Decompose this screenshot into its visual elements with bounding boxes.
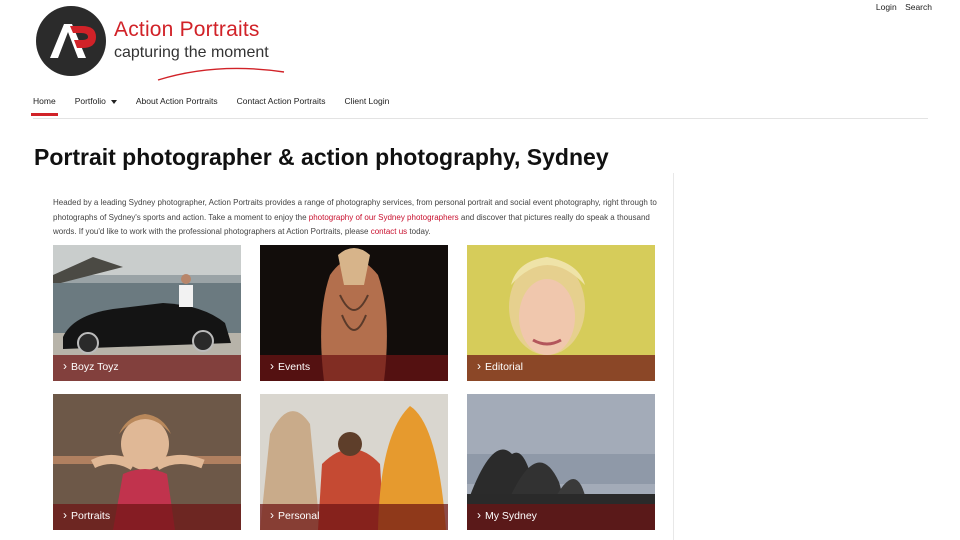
page-title: Portrait photographer & action photograp… [34, 144, 609, 170]
tile-events[interactable]: Events [260, 245, 448, 381]
nav-client-login-label: Client Login [344, 96, 390, 106]
portfolio-link[interactable]: photography of our Sydney photographers [309, 213, 459, 222]
nav-about-label: About Action Portraits [135, 96, 218, 106]
chevron-down-icon [110, 99, 117, 104]
tile-label: Editorial [477, 359, 523, 373]
nav-about[interactable]: About Action Portraits [136, 96, 218, 106]
intro-part-3: today. [407, 227, 431, 237]
logo-title: Action Portraits [114, 18, 260, 41]
contact-us-link[interactable]: contact us [371, 227, 407, 236]
search-link[interactable]: Search [905, 2, 932, 12]
main-nav: Home Portfolio About Action Portraits Co… [31, 96, 408, 116]
tile-label: Portraits [63, 508, 110, 522]
login-link[interactable]: Login [876, 2, 897, 12]
tile-label: My Sydney [477, 508, 537, 522]
tile-my-sydney[interactable]: My Sydney [467, 394, 655, 530]
site-logo[interactable]: Action Portraits capturing the moment [36, 6, 296, 81]
tile-personal[interactable]: Personal [260, 394, 448, 530]
tile-portraits[interactable]: Portraits [53, 394, 241, 530]
content-divider [673, 173, 674, 540]
nav-home-label: Home [33, 96, 56, 106]
nav-portfolio[interactable]: Portfolio [75, 96, 117, 106]
tile-label: Boyz Toyz [63, 359, 119, 373]
utility-links: Login Search [870, 2, 932, 12]
tile-label: Personal [270, 508, 319, 522]
nav-home[interactable]: Home [31, 96, 58, 116]
logo-monogram [50, 24, 96, 58]
nav-portfolio-label: Portfolio [74, 96, 106, 106]
nav-divider [33, 118, 928, 119]
intro-text: Headed by a leading Sydney photographer,… [53, 196, 668, 240]
logo-swoosh [157, 67, 285, 81]
nav-contact[interactable]: Contact Action Portraits [237, 96, 326, 106]
tile-editorial[interactable]: Editorial [467, 245, 655, 381]
tile-label: Events [270, 359, 310, 373]
tile-boyz-toyz[interactable]: Boyz Toyz [53, 245, 241, 381]
nav-client-login[interactable]: Client Login [344, 96, 389, 106]
nav-contact-label: Contact Action Portraits [236, 96, 326, 106]
